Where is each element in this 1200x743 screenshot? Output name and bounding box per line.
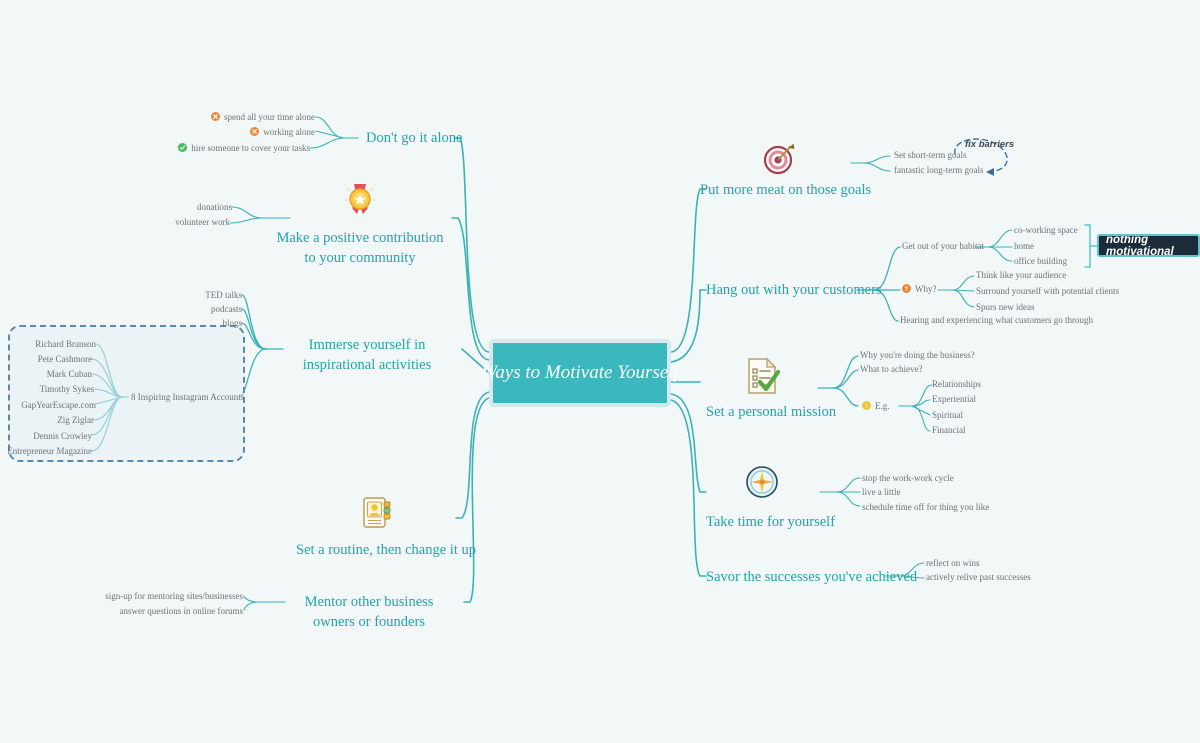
subtopic-surround-yourself-with-potential-clients[interactable]: Surround yourself with potential clients <box>976 286 1136 298</box>
topic-put-more-meat-on-those-goals[interactable]: Put more meat on those goals <box>700 181 871 201</box>
subtopic-volunteer-work[interactable]: volunteer work <box>126 217 230 229</box>
checklist-doc-icon <box>744 356 782 401</box>
svg-text:!: ! <box>865 403 867 410</box>
subtopic-donations[interactable]: donations <box>130 202 232 214</box>
instagram-account-dennis-crowley[interactable]: Dennis Crowley <box>8 431 92 443</box>
subtopic-reflect-on-wins[interactable]: reflect on wins <box>926 558 1046 570</box>
topic-take-time-for-yourself[interactable]: Take time for yourself <box>706 513 835 533</box>
subtopic-spurs-new-ideas[interactable]: Spurs new ideas <box>976 302 1136 314</box>
subtopic-think-like-your-audience[interactable]: Think like your audience <box>976 270 1136 282</box>
instagram-account-pete-cashmore[interactable]: Pete Cashmore <box>10 354 92 366</box>
subtopic-spend-all-your-time-alone[interactable]: spend all your time alone <box>150 112 315 124</box>
subtopic-financial[interactable]: Financial <box>932 425 1018 437</box>
subtopic-experiential[interactable]: Experiential <box>932 394 1018 406</box>
summary-label-nothing-motivational[interactable]: nothing motivational <box>1097 234 1200 257</box>
subtopic-hire-someone-to-cover-your-tasks[interactable]: hire someone to cover your tasks <box>140 143 310 155</box>
subtopic-stop-the-work-work-cycle[interactable]: stop the work-work cycle <box>862 473 1012 485</box>
subtopic-label: spend all your time alone <box>224 112 315 122</box>
subtopic-office-building[interactable]: office building <box>1014 256 1092 268</box>
check-circle-icon <box>178 143 188 152</box>
subtopic-working-alone[interactable]: working alone <box>150 127 315 139</box>
subtopic-label: working alone <box>263 127 315 137</box>
subtopic-fantastic-long-term-goals[interactable]: fantastic long-term goals <box>894 165 1006 177</box>
subtopic-blogs[interactable]: blogs <box>170 318 242 330</box>
instagram-account-mark-cuban[interactable]: Mark Cuban <box>10 369 92 381</box>
subtopic-actively-relive-past-successes[interactable]: actively relive past successes <box>926 572 1056 584</box>
medal-icon <box>343 182 377 223</box>
topic-dont-go-it-alone[interactable]: Don't go it alone <box>366 129 462 149</box>
relationship-label-fix-barriers[interactable]: fix barriers <box>965 139 1014 150</box>
subtopic-answer-questions-in-online-forums[interactable]: answer questions in online forums <box>95 606 243 618</box>
subtopic-why-youre-doing-the-business[interactable]: Why you're doing the business? <box>860 350 1000 362</box>
topic-make-a-positive-contribution[interactable]: Make a positive contribution to your com… <box>272 229 448 268</box>
contact-card-icon <box>361 495 393 536</box>
subtopic-hearing-and-experiencing[interactable]: Hearing and experiencing what customers … <box>900 315 1130 327</box>
subtopic-schedule-time-off[interactable]: schedule time off for thing you like <box>862 502 1022 514</box>
instagram-account-richard-branson[interactable]: Richard Branson <box>12 339 96 351</box>
instagram-account-zig-ziglar[interactable]: Zig Ziglar <box>10 415 94 427</box>
subtopic-spiritual[interactable]: Spiritual <box>932 410 1018 422</box>
subtopic-label: Why? <box>915 284 937 294</box>
topic-set-a-routine[interactable]: Set a routine, then change it up <box>296 541 476 561</box>
subtopic-what-to-achieve[interactable]: What to achieve? <box>860 364 1000 376</box>
subtopic-podcasts[interactable]: podcasts <box>170 304 242 316</box>
subtopic-live-a-little[interactable]: live a little <box>862 487 1012 499</box>
summary-label-text: nothing motivational <box>1106 234 1174 257</box>
topic-set-a-personal-mission[interactable]: Set a personal mission <box>706 403 836 423</box>
subtopic-get-out-of-your-habitat[interactable]: Get out of your habitat <box>902 241 1002 253</box>
topic-savor-the-successes[interactable]: Savor the successes you've achieved <box>706 568 917 588</box>
subtopic-why[interactable]: ? Why? <box>902 284 948 296</box>
subtopic-eg[interactable]: ! E.g. <box>862 401 908 413</box>
instagram-account-timothy-sykes[interactable]: Timothy Sykes <box>10 384 94 396</box>
subtopic-sign-up-for-mentoring-sites[interactable]: sign-up for mentoring sites/businesses <box>95 591 243 603</box>
subtopic-label: E.g. <box>875 401 890 411</box>
subtopic-ted-talks[interactable]: TED talks <box>170 290 242 302</box>
target-icon <box>760 139 798 182</box>
compass-clock-icon <box>744 464 780 505</box>
topic-mentor-other-business-owners[interactable]: Mentor other business owners or founders <box>285 593 453 632</box>
subtopic-home[interactable]: home <box>1014 241 1092 253</box>
subtopic-co-working-space[interactable]: co-working space <box>1014 225 1092 237</box>
cross-circle-icon <box>211 112 221 121</box>
central-topic[interactable]: Ways to Motivate Yourself <box>481 339 679 407</box>
topic-hang-out-with-your-customers[interactable]: Hang out with your customers <box>706 281 882 301</box>
question-circle-icon: ? <box>902 284 911 293</box>
subtopic-label: hire someone to cover your tasks <box>191 143 310 153</box>
topic-immerse-yourself[interactable]: Immerse yourself in inspirational activi… <box>283 336 451 375</box>
instagram-account-entrepreneur-magazine[interactable]: Entrepreneur Magazine <box>4 446 92 458</box>
subtopic-8-inspiring-instagram-accounts[interactable]: 8 Inspiring Instagram Accounts <box>131 392 251 404</box>
subtopic-set-short-term-goals[interactable]: Set short-term goals <box>894 150 999 162</box>
mindmap-canvas: nothing motivational fix barriers Ways t… <box>0 0 1200 743</box>
instagram-account-gapyearescape[interactable]: GapYearEscape.com <box>8 400 96 412</box>
central-topic-text: Ways to Motivate Yourself <box>481 362 679 384</box>
svg-text:?: ? <box>905 286 909 293</box>
subtopic-relationships[interactable]: Relationships <box>932 379 1018 391</box>
exclaim-circle-icon: ! <box>862 401 871 410</box>
cross-circle-icon <box>250 127 260 136</box>
